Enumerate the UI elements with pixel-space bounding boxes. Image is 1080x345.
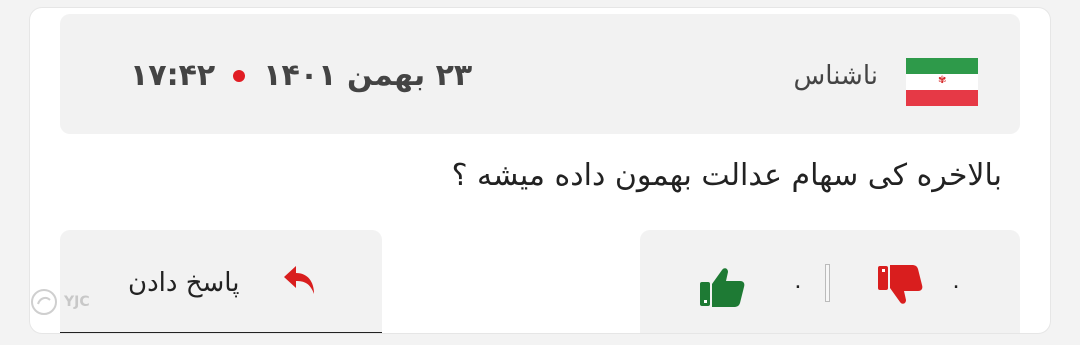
reply-arrow-icon xyxy=(284,266,314,294)
vote-panel: ۰ ۰ xyxy=(640,230,1020,333)
thumbs-down-icon[interactable] xyxy=(876,262,924,310)
reply-button[interactable]: پاسخ دادن xyxy=(60,230,382,333)
yjc-watermark: YJC xyxy=(30,288,90,316)
comment-card: ✾ ناشناس ۱۷:۴۲ ۲۳ بهمن ۱۴۰۱ بالاخره کی س… xyxy=(30,8,1050,333)
dislike-count: ۰ xyxy=(950,274,962,299)
comment-author: ناشناس xyxy=(793,61,878,91)
separator-dot xyxy=(233,69,246,82)
comment-date: ۲۳ بهمن ۱۴۰۱ xyxy=(263,58,473,93)
comment-datetime: ۱۷:۴۲ ۲۳ بهمن ۱۴۰۱ xyxy=(130,58,472,93)
comment-text: بالاخره کی سهام عدالت بهمون داده میشه ؟ xyxy=(451,158,1002,193)
watermark-text: YJC xyxy=(64,294,90,310)
like-count: ۰ xyxy=(792,274,804,299)
thumbs-up-icon[interactable] xyxy=(698,262,746,310)
reply-label: پاسخ دادن xyxy=(128,268,240,298)
iran-flag-icon: ✾ xyxy=(906,58,978,106)
yjc-logo-icon xyxy=(31,289,57,315)
comment-time: ۱۷:۴۲ xyxy=(130,58,216,93)
vote-divider xyxy=(825,264,830,302)
comment-header: ✾ ناشناس ۱۷:۴۲ ۲۳ بهمن ۱۴۰۱ xyxy=(60,14,1020,134)
